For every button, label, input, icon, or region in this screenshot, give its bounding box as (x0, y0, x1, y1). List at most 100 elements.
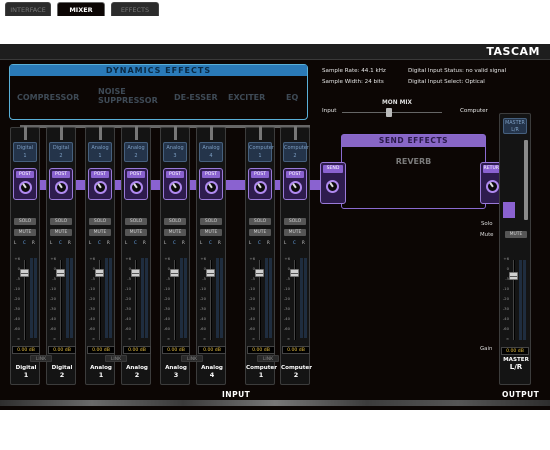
channel-select-button[interactable]: Computer 1 (248, 142, 274, 162)
send-level-knob-icon[interactable] (289, 181, 302, 194)
dynamics-compressor[interactable]: COMPRESSOR (17, 93, 79, 102)
dynamics-eq[interactable]: EQ (286, 93, 298, 102)
send-level-knob-icon[interactable] (94, 181, 107, 194)
fader-handle[interactable] (290, 269, 299, 277)
level-meter-left (300, 258, 303, 338)
mute-button[interactable]: MUTE (249, 229, 271, 236)
window-bottom-edge (0, 400, 550, 406)
master-fader-handle[interactable] (509, 272, 518, 280)
post-send-control[interactable]: POST (283, 168, 307, 200)
send-level-knob-icon[interactable] (55, 181, 68, 194)
channel-button-line2: 2 (293, 153, 297, 159)
scale-tick-label: +6 (125, 256, 131, 261)
post-send-control[interactable]: POST (13, 168, 37, 200)
pan-center-label: C (209, 240, 212, 245)
pan-right-label: R (32, 240, 35, 245)
channel-name-line2: 4 (209, 371, 215, 379)
channel-select-button[interactable]: Analog 3 (163, 142, 187, 162)
fader-handle[interactable] (170, 269, 179, 277)
scale-tick-label: +6 (503, 256, 509, 261)
mon-mix-slider-handle[interactable] (386, 108, 392, 117)
fader-handle[interactable] (20, 269, 29, 277)
solo-button[interactable]: SOLO (125, 218, 147, 225)
send-knob-icon[interactable] (326, 180, 339, 193)
channel-name-line2: 2 (59, 371, 65, 379)
reverb-label[interactable]: REVERB (342, 157, 485, 166)
solo-button[interactable]: SOLO (284, 218, 306, 225)
channel-select-button[interactable]: Analog 2 (124, 142, 148, 162)
tab-interface[interactable]: INTERFACE (5, 2, 51, 16)
channel-name-line2: 3 (173, 371, 179, 379)
mute-button[interactable]: MUTE (14, 229, 36, 236)
post-send-control[interactable]: POST (199, 168, 223, 200)
scale-tick-label: +6 (89, 256, 95, 261)
link-button-digital[interactable]: LINK (30, 355, 52, 362)
scale-tick-label: -60 (502, 326, 509, 331)
scale-tick-label: -20 (49, 296, 56, 301)
fader-handle[interactable] (95, 269, 104, 277)
mute-button[interactable]: MUTE (50, 229, 72, 236)
dynamics-de-esser[interactable]: DE-ESSER (174, 93, 218, 102)
master-return-fader-track[interactable] (524, 140, 528, 220)
link-button-computer[interactable]: LINK (257, 355, 279, 362)
post-send-control[interactable]: POST (248, 168, 272, 200)
master-mute-button[interactable]: MUTE (505, 231, 527, 238)
send-level-knob-icon[interactable] (254, 181, 267, 194)
post-send-control[interactable]: POST (49, 168, 73, 200)
fader-handle[interactable] (131, 269, 140, 277)
send-control[interactable]: SEND (320, 162, 346, 204)
scale-tick-label: -20 (163, 296, 170, 301)
post-send-control[interactable]: POST (163, 168, 187, 200)
post-send-control[interactable]: POST (88, 168, 112, 200)
channel-select-button[interactable]: Analog 1 (88, 142, 112, 162)
solo-button[interactable]: SOLO (14, 218, 36, 225)
channel-select-button[interactable]: Computer 2 (283, 142, 309, 162)
mute-button[interactable]: MUTE (89, 229, 111, 236)
fader-handle[interactable] (206, 269, 215, 277)
tab-effects[interactable]: EFFECTS (111, 2, 159, 16)
solo-button[interactable]: SOLO (50, 218, 72, 225)
return-knob-icon[interactable] (486, 180, 499, 193)
link-button-analog-1-2[interactable]: LINK (105, 355, 127, 362)
channel-strip: Analog 1 POST SOLO MUTE L C R +6 0 -5 -10 -20 -30 -40-… (85, 126, 115, 385)
scale-tick-label: -40 (502, 316, 509, 321)
channel-button-line1: Analog (202, 145, 220, 151)
send-level-knob-icon[interactable] (169, 181, 182, 194)
dynamics-noise-suppressor[interactable]: NOISE SUPPRESSOR (98, 87, 158, 105)
pan-left-label: L (50, 240, 53, 245)
scale-tick-label: 0 (506, 266, 509, 271)
scale-tick-label: -10 (163, 286, 170, 291)
channel-select-button[interactable]: Digital 1 (13, 142, 37, 162)
fader-handle[interactable] (255, 269, 264, 277)
scale-tick-label: -60 (283, 326, 290, 331)
solo-button[interactable]: SOLO (164, 218, 186, 225)
tab-mixer[interactable]: MIXER (57, 2, 105, 16)
fader-handle[interactable] (56, 269, 65, 277)
scale-tick-label: -10 (283, 286, 290, 291)
channel-select-button[interactable]: Analog 4 (199, 142, 223, 162)
dynamics-exciter[interactable]: EXCITER (228, 93, 265, 102)
master-lr-button[interactable]: MASTER L/R (503, 118, 527, 134)
channel-strip: Computer 1 POST SOLO MUTE L C R +6 0 -5 -10 -20 -30 -4… (245, 126, 277, 385)
channel-select-button[interactable]: Digital 2 (49, 142, 73, 162)
send-level-knob-icon[interactable] (19, 181, 32, 194)
pan-left-label: L (164, 240, 167, 245)
scale-tick-label: +6 (284, 256, 290, 261)
mute-button[interactable]: MUTE (125, 229, 147, 236)
channel-button-line2: 1 (98, 153, 102, 159)
channel-strip: Analog 3 POST SOLO MUTE L C R +6 0 -5 -10 -20 -30 -40-… (160, 126, 190, 385)
send-level-knob-icon[interactable] (130, 181, 143, 194)
mute-button[interactable]: MUTE (200, 229, 222, 236)
mute-button[interactable]: MUTE (164, 229, 186, 236)
solo-button[interactable]: SOLO (89, 218, 111, 225)
solo-button[interactable]: SOLO (249, 218, 271, 225)
post-send-control[interactable]: POST (124, 168, 148, 200)
pan-right-label: R (218, 240, 221, 245)
level-meter-left (180, 258, 183, 338)
mon-mix-slider[interactable] (342, 112, 442, 113)
pan-center-label: C (59, 240, 62, 245)
link-button-analog-3-4[interactable]: LINK (181, 355, 203, 362)
mute-button[interactable]: MUTE (284, 229, 306, 236)
solo-button[interactable]: SOLO (200, 218, 222, 225)
send-level-knob-icon[interactable] (205, 181, 218, 194)
